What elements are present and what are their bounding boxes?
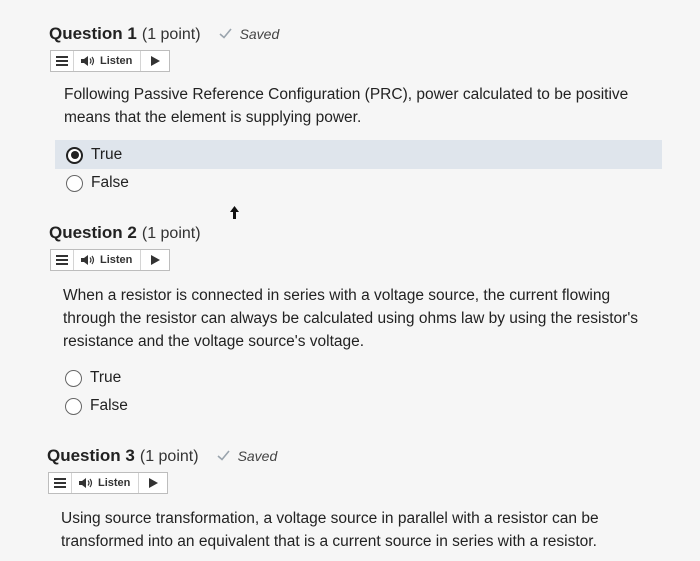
speaker-icon <box>81 255 95 265</box>
question-2-title: Question 2 <box>49 223 137 242</box>
listen-label: Listen <box>100 254 133 266</box>
question-1-points: (1 point) <box>141 26 201 43</box>
listen-play-button[interactable] <box>139 473 167 493</box>
radio-button[interactable] <box>65 397 82 415</box>
speaker-icon <box>79 478 93 488</box>
radio-button[interactable] <box>66 174 83 192</box>
question-1-text: Following Passive Reference Configuratio… <box>64 86 629 126</box>
question-2-header: Question 2 (1 point) <box>49 223 201 243</box>
radio-button[interactable] <box>65 369 82 387</box>
menu-icon <box>56 56 68 66</box>
play-icon <box>148 478 158 488</box>
option-label: False <box>90 397 128 414</box>
question-2-option-true[interactable]: True <box>65 364 121 392</box>
question-1-option-false[interactable]: False <box>66 169 129 197</box>
question-1-title: Question 1 <box>49 24 137 43</box>
listen-button[interactable]: Listen <box>72 473 140 493</box>
question-1-saved-status: Saved <box>219 25 280 42</box>
menu-icon <box>56 255 68 265</box>
radio-button-selected[interactable] <box>66 146 83 164</box>
question-1-header: Question 1 (1 point) Saved <box>49 24 279 44</box>
speaker-icon <box>81 56 95 66</box>
question-3-title: Question 3 <box>47 446 135 465</box>
listen-button[interactable]: Listen <box>74 51 142 71</box>
check-icon <box>219 28 232 39</box>
listen-button[interactable]: Listen <box>74 250 142 270</box>
listen-label: Listen <box>98 477 131 489</box>
listen-menu-button[interactable] <box>51 51 74 71</box>
question-3-text: Using source transformation, a voltage s… <box>61 510 599 550</box>
saved-label: Saved <box>239 25 280 42</box>
question-3-points: (1 point) <box>139 448 199 465</box>
question-2-text: When a resistor is connected in series w… <box>63 287 639 350</box>
question-3-saved-status: Saved <box>217 447 278 464</box>
question-2-points: (1 point) <box>141 225 201 242</box>
listen-play-button[interactable] <box>141 250 169 270</box>
question-1-listen-toolbar: Listen <box>50 50 171 72</box>
check-icon <box>217 450 230 461</box>
cursor-icon <box>230 206 239 219</box>
question-3-header: Question 3 (1 point) Saved <box>47 446 277 466</box>
option-label: True <box>90 369 122 386</box>
play-icon <box>150 255 160 265</box>
play-icon <box>150 56 160 66</box>
question-2-option-false[interactable]: False <box>65 392 128 420</box>
listen-menu-button[interactable] <box>49 473 72 493</box>
menu-icon <box>54 478 66 488</box>
question-1-option-true[interactable]: True <box>66 141 122 169</box>
listen-label: Listen <box>100 55 133 67</box>
selected-option-highlight <box>55 140 662 169</box>
listen-menu-button[interactable] <box>51 250 74 270</box>
option-label: True <box>91 146 123 163</box>
listen-play-button[interactable] <box>141 51 169 71</box>
question-3-listen-toolbar: Listen <box>48 472 169 494</box>
question-2-listen-toolbar: Listen <box>50 249 171 271</box>
saved-label: Saved <box>237 447 278 464</box>
option-label: False <box>91 174 129 191</box>
